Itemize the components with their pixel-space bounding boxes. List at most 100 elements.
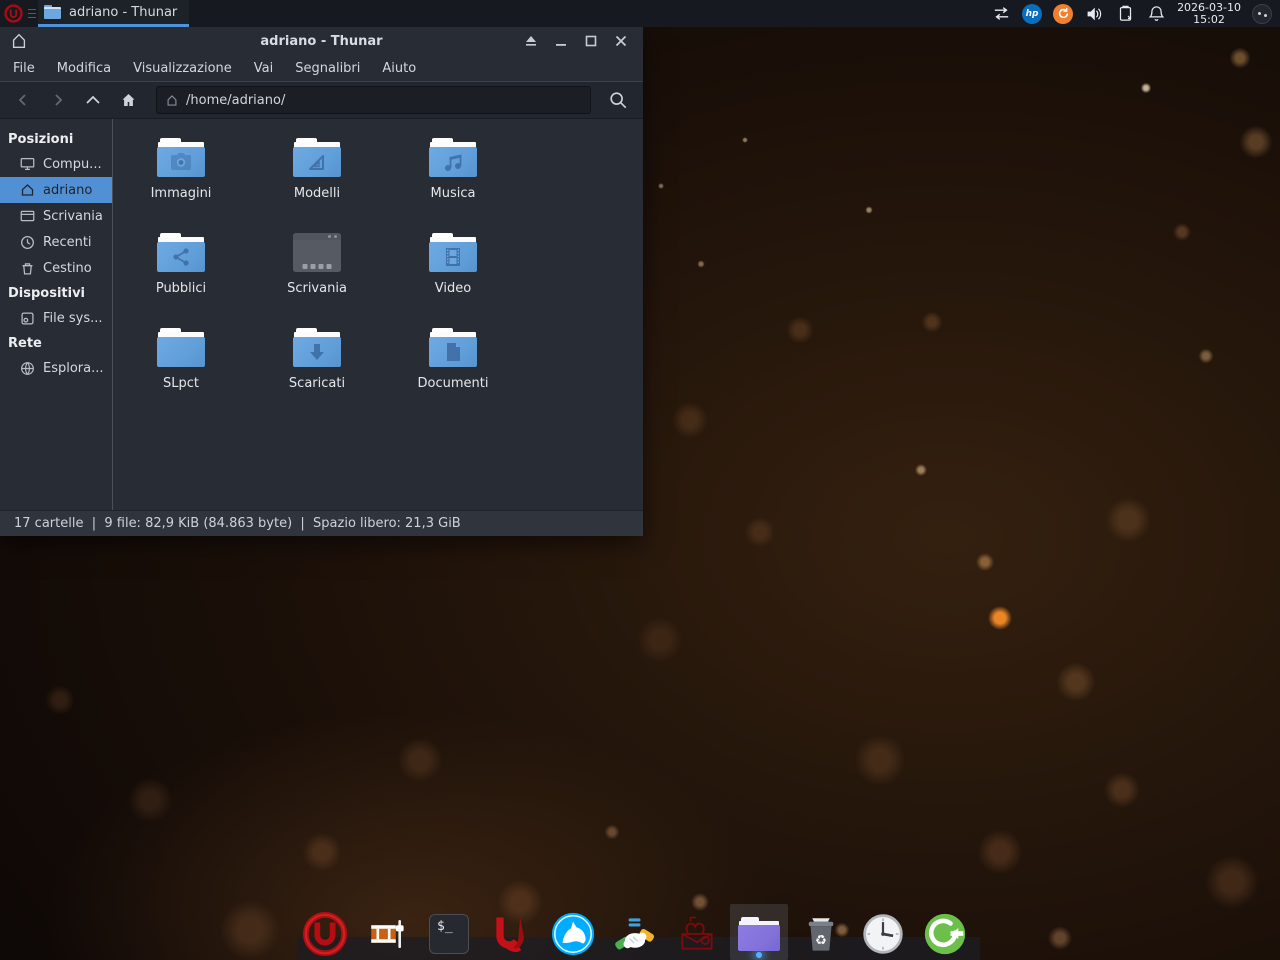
dock-item-clock[interactable] — [860, 911, 906, 957]
file-label: Immagini — [151, 186, 212, 201]
file-label: Documenti — [418, 376, 489, 391]
sidebar-item-computer[interactable]: Compu... — [0, 151, 112, 177]
desktop-icon — [20, 209, 35, 223]
sidebar-item-label: Esplora... — [43, 361, 104, 376]
path-text: /home/adriano/ — [186, 93, 285, 108]
statusbar-text: 17 cartelle | 9 file: 82,9 KiB (84.863 b… — [14, 516, 461, 531]
sidebar-header-dispositivi: Dispositivi — [0, 281, 112, 305]
menubar: File Modifica Visualizzazione Vai Segnal… — [0, 55, 643, 82]
sidebar-item-label: Recenti — [43, 235, 92, 250]
update-notifier-icon[interactable] — [1053, 4, 1073, 24]
dock-item-uget[interactable] — [488, 911, 534, 957]
menu-modifica[interactable]: Modifica — [46, 57, 122, 80]
folder-templates-icon — [293, 138, 341, 177]
file-item-scaricati[interactable]: Scaricati — [249, 316, 385, 411]
hp-tray-icon[interactable]: hp — [1022, 4, 1042, 24]
sidebar-item-home[interactable]: adriano — [0, 177, 112, 203]
sidebar-item-label: Compu... — [43, 157, 102, 172]
trash-icon — [20, 261, 35, 276]
uget-icon — [489, 912, 533, 956]
file-item-modelli[interactable]: Modelli — [249, 126, 385, 221]
toolbox-icon — [675, 912, 719, 956]
file-view[interactable]: Immagini Modelli — [113, 119, 643, 510]
forward-button[interactable] — [43, 86, 73, 114]
notification-bell-icon[interactable] — [1146, 4, 1166, 24]
folder-music-icon — [429, 138, 477, 177]
svg-text:♻: ♻ — [815, 934, 827, 949]
music-emblem-icon — [443, 153, 463, 172]
file-item-scrivania[interactable]: Scrivania — [249, 221, 385, 316]
video-editor-icon — [366, 913, 408, 955]
dock-item-deals[interactable] — [612, 911, 658, 957]
up-button[interactable] — [78, 86, 108, 114]
panel-clock-time: 15:02 — [1177, 14, 1241, 26]
file-item-musica[interactable]: Musica — [385, 126, 521, 221]
dock-item-file-manager[interactable] — [736, 911, 782, 957]
film-emblem-icon — [445, 247, 461, 267]
computer-icon — [20, 157, 35, 171]
titlebar[interactable]: adriano - Thunar — [0, 27, 643, 55]
trash-full-icon: ♻ — [800, 912, 842, 956]
app-menu-button[interactable] — [0, 0, 26, 27]
clipboard-icon[interactable] — [1115, 4, 1135, 24]
handshake-icon — [613, 912, 657, 956]
toolbar: /home/adriano/ — [0, 82, 643, 119]
sidebar-header-rete: Rete — [0, 331, 112, 355]
sidebar-item-network[interactable]: Esplora... — [0, 355, 112, 381]
file-item-video[interactable]: Video — [385, 221, 521, 316]
path-home-icon — [165, 94, 179, 107]
folder-videos-icon — [429, 233, 477, 272]
sidebar-item-label: File sys... — [43, 311, 103, 326]
sidebar-item-desktop[interactable]: Scrivania — [0, 203, 112, 229]
folder-plain-icon — [157, 328, 205, 367]
dock-item-toolbox[interactable] — [674, 911, 720, 957]
template-emblem-icon — [307, 153, 327, 171]
file-label: Scrivania — [287, 281, 347, 296]
path-bar[interactable]: /home/adriano/ — [156, 86, 591, 114]
search-button[interactable] — [601, 86, 635, 114]
menu-segnalibri[interactable]: Segnalibri — [284, 57, 371, 80]
folder-downloads-icon — [293, 328, 341, 367]
menu-visualizzazione[interactable]: Visualizzazione — [122, 57, 243, 80]
dock-item-librewolf[interactable] — [550, 911, 596, 957]
menu-file[interactable]: File — [2, 57, 46, 80]
taskbar-window-button[interactable]: adriano - Thunar — [38, 0, 189, 27]
menu-aiuto[interactable]: Aiuto — [371, 57, 427, 80]
file-label: SLpct — [163, 376, 199, 391]
home-icon — [20, 183, 35, 197]
swap-arrows-icon[interactable] — [991, 4, 1011, 24]
minimize-button[interactable] — [549, 30, 573, 52]
file-item-immagini[interactable]: Immagini — [113, 126, 249, 221]
sidebar-item-trash[interactable]: Cestino — [0, 255, 112, 281]
volume-icon[interactable] — [1084, 4, 1104, 24]
file-label: Video — [435, 281, 471, 296]
search-icon — [608, 90, 628, 110]
close-button[interactable] — [609, 30, 633, 52]
dock-item-trash[interactable]: ♻ — [798, 911, 844, 957]
sidebar-item-recent[interactable]: Recenti — [0, 229, 112, 255]
drive-icon — [20, 311, 35, 326]
home-button[interactable] — [113, 86, 143, 114]
top-panel: adriano - Thunar hp — [0, 0, 1280, 27]
shade-button[interactable] — [519, 30, 543, 52]
panel-clock[interactable]: 2026-03-10 15:02 — [1177, 2, 1241, 26]
file-item-slpct[interactable]: SLpct — [113, 316, 249, 411]
panel-handle[interactable] — [28, 6, 36, 22]
download-emblem-icon — [307, 342, 327, 362]
file-item-pubblici[interactable]: Pubblici — [113, 221, 249, 316]
sidebar-header-posizioni: Posizioni — [0, 127, 112, 151]
dock-item-logout[interactable] — [922, 911, 968, 957]
menu-vai[interactable]: Vai — [243, 57, 284, 80]
dock-item-terminal[interactable]: $_ — [426, 911, 472, 957]
user-menu-avatar[interactable] — [1252, 4, 1272, 24]
sidebar-item-filesystem[interactable]: File sys... — [0, 305, 112, 331]
file-manager-icon — [738, 917, 780, 951]
maximize-button[interactable] — [579, 30, 603, 52]
network-globe-icon — [20, 361, 35, 376]
thunar-task-icon — [44, 5, 61, 19]
file-label: Musica — [431, 186, 476, 201]
dock-item-ufficiozero-menu[interactable] — [302, 911, 348, 957]
dock-item-video-editor[interactable] — [364, 911, 410, 957]
file-item-documenti[interactable]: Documenti — [385, 316, 521, 411]
back-button[interactable] — [8, 86, 38, 114]
